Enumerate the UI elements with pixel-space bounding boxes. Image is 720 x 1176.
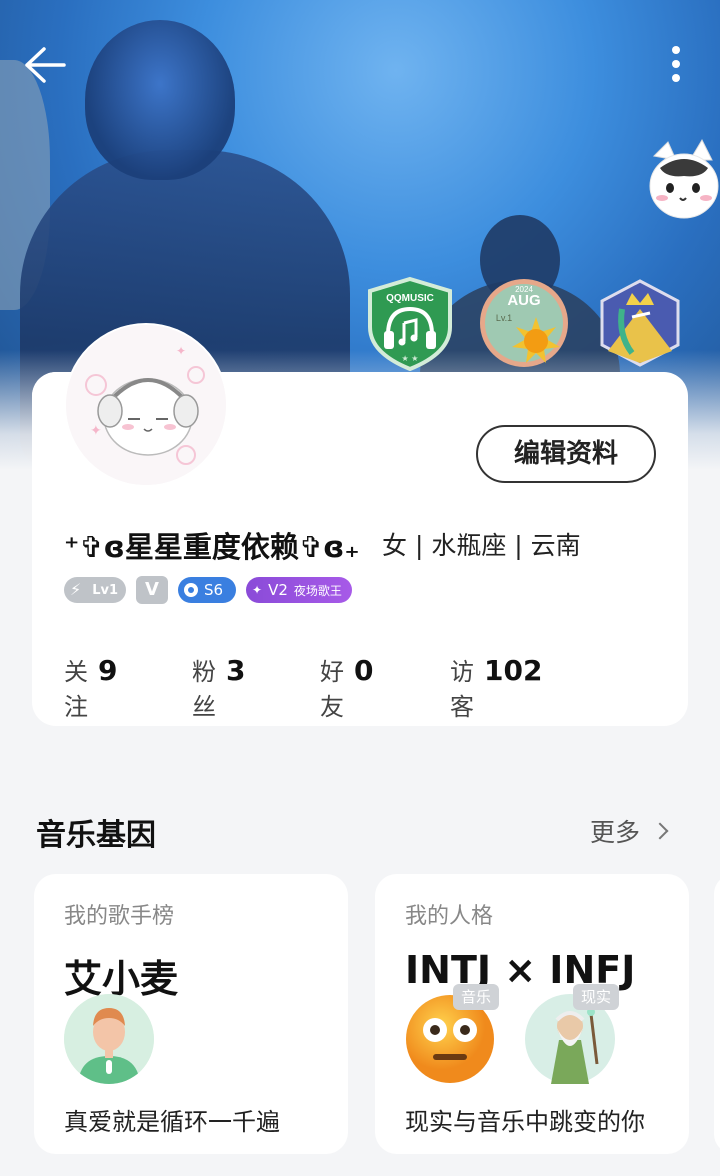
svg-text:✦: ✦ xyxy=(176,344,186,358)
card-footer: 现实与音乐中跳变的你 xyxy=(405,1108,645,1136)
singer-chart-card[interactable]: 我的歌手榜 艾小麦 真爱就是循环一千遍 xyxy=(34,874,348,1154)
back-button[interactable] xyxy=(22,45,68,85)
stat-visitors[interactable]: 访客 102 xyxy=(450,652,542,722)
stat-friends[interactable]: 好友 0 xyxy=(320,652,373,722)
chevron-right-icon xyxy=(651,822,669,840)
verified-badge[interactable]: V xyxy=(136,576,168,604)
edit-profile-button[interactable]: 编辑资料 xyxy=(476,425,656,483)
svg-text:✦: ✦ xyxy=(90,423,102,439)
arrow-left-icon xyxy=(25,47,66,83)
cover-figure xyxy=(85,20,235,180)
music-tag: 音乐 xyxy=(453,984,500,1010)
card-footer: 真爱就是循环一千遍 xyxy=(64,1108,280,1136)
disc-icon xyxy=(184,583,198,597)
lightning-icon: ⚡ xyxy=(70,580,82,599)
level-badge[interactable]: ⚡ Lv1 xyxy=(64,577,126,603)
more-vertical-icon xyxy=(672,46,680,54)
more-menu-button[interactable] xyxy=(664,46,688,86)
stat-followers[interactable]: 粉丝 3 xyxy=(192,652,245,722)
card-subtitle: 我的歌手榜 xyxy=(64,904,175,929)
more-link[interactable]: 更多 xyxy=(590,813,669,849)
personality-card[interactable]: 我的人格 INTJ × INFJ 音乐 现实 现实与音乐中跳变的你 xyxy=(375,874,689,1154)
svg-text:AUG: AUG xyxy=(507,292,540,309)
svg-text:QQMUSIC: QQMUSIC xyxy=(386,293,434,304)
section-title: 音乐基因 xyxy=(36,818,156,853)
diamond-icon: ✦ xyxy=(252,583,263,597)
vip-badge[interactable]: ✦ V2 夜场歌王 xyxy=(246,577,352,603)
username: ⁺✞ɞ星星重度依赖✞ɞ₊ xyxy=(64,530,360,564)
next-card-peek[interactable] xyxy=(714,874,720,1154)
avatar[interactable]: ✦ ✦ xyxy=(66,325,226,485)
singer-avatar[interactable] xyxy=(64,994,154,1084)
card-subtitle: 我的人格 xyxy=(405,904,494,929)
user-info: 女 | 水瓶座 | 云南 xyxy=(382,531,581,560)
svg-text:Lv.1: Lv.1 xyxy=(496,313,512,323)
user-tags: ⚡ Lv1 V S6 ✦ V2 夜场歌王 xyxy=(64,576,352,604)
reality-tag: 现实 xyxy=(573,984,620,1010)
stat-following[interactable]: 关注 9 xyxy=(64,652,117,722)
cat-sticker-icon[interactable] xyxy=(646,138,720,230)
season-badge[interactable]: S6 xyxy=(178,577,236,603)
